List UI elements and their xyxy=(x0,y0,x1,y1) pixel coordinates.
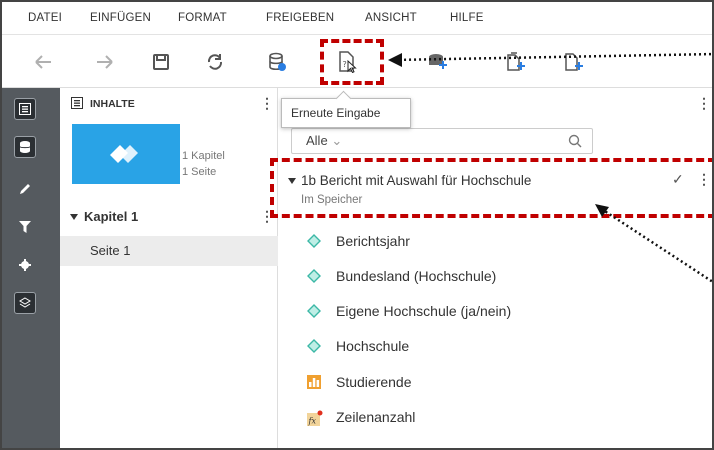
arrow-to-datasource xyxy=(599,206,712,283)
arrow-head-datasource xyxy=(595,204,609,217)
annotation-arrows xyxy=(388,52,712,283)
arrow-to-reprompt xyxy=(393,52,712,62)
arrow-head-reprompt xyxy=(388,53,402,67)
app-window: DATEI EINFÜGEN FORMAT FREIGEBEN ANSICHT … xyxy=(0,0,714,450)
